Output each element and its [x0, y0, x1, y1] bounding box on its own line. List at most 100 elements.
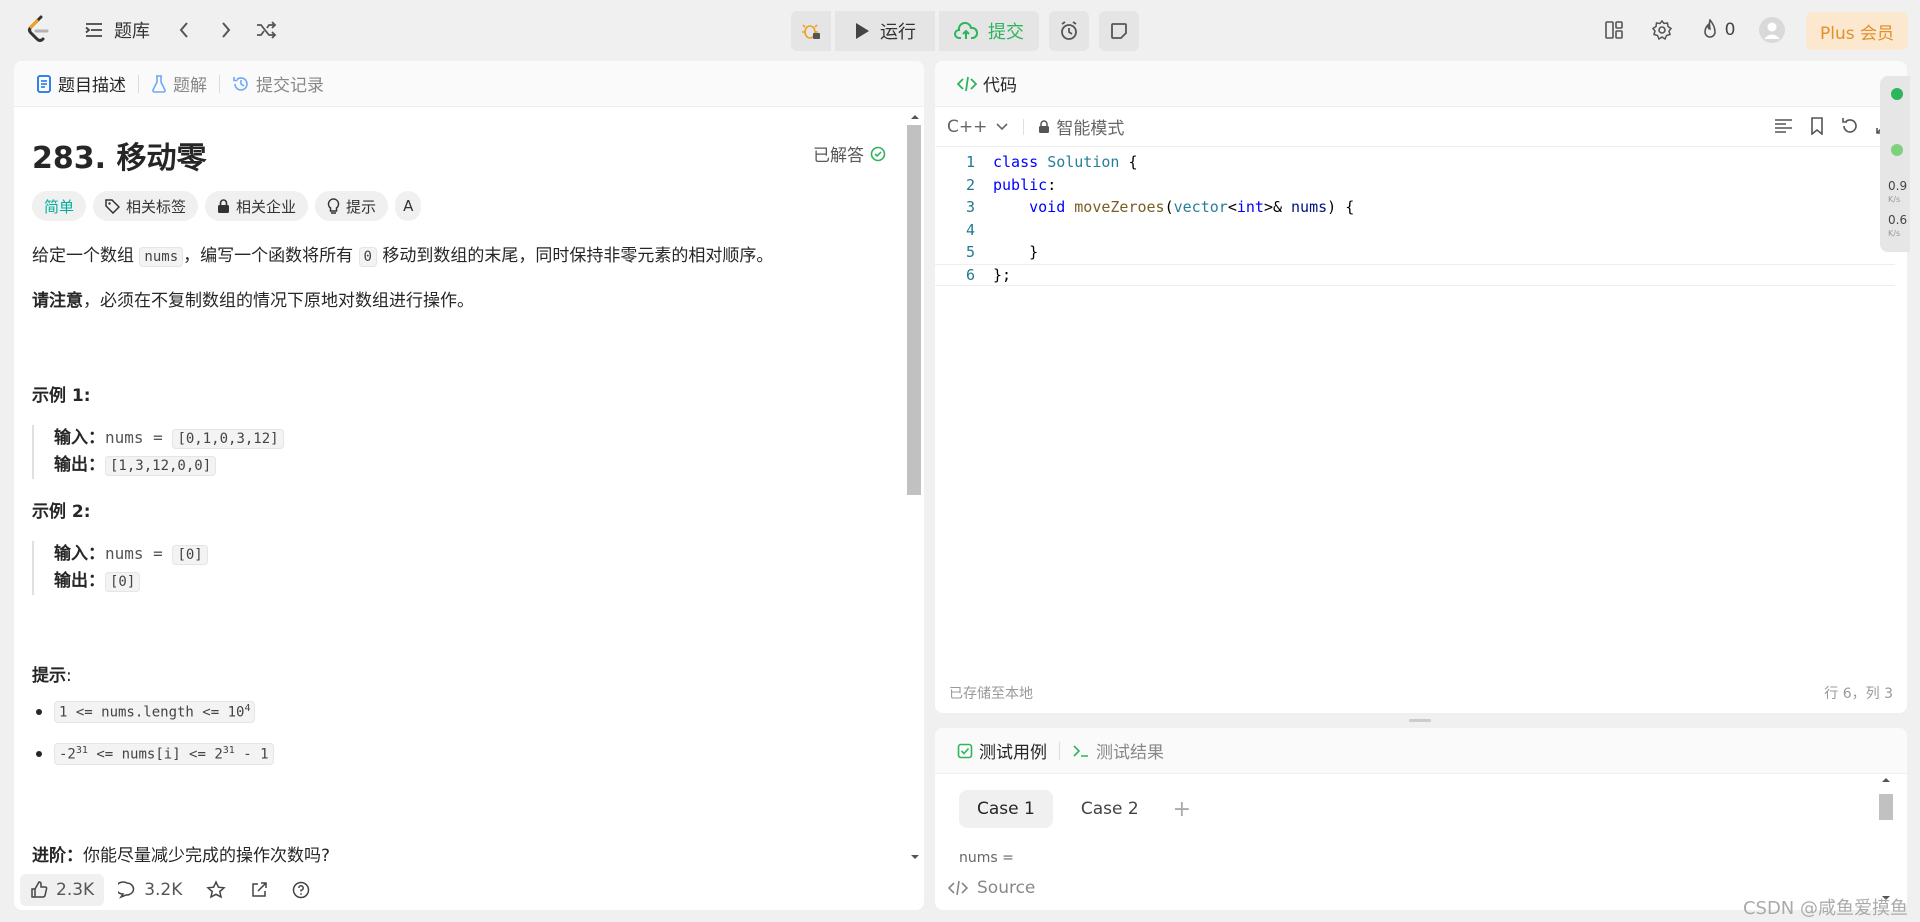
line-number: 1: [965, 153, 975, 172]
input-var: nums =: [105, 544, 173, 563]
flame-icon: [1703, 19, 1716, 38]
scroll-up-icon[interactable]: [906, 111, 924, 123]
reset-icon[interactable]: [1841, 117, 1859, 135]
desc-inline-code: 0: [358, 247, 377, 267]
tab-solutions[interactable]: 题解: [143, 71, 215, 96]
problem-list-label: 题库: [114, 21, 150, 42]
follow-up: 进阶：你能尽量减少完成的操作次数吗?: [32, 841, 330, 866]
desc-inline-code: nums: [139, 247, 184, 267]
alarm-clock-icon: [1061, 21, 1077, 40]
tab-code[interactable]: 代码: [949, 71, 1025, 96]
note-icon: [1111, 23, 1127, 39]
related-tags-label: 相关标签: [126, 197, 187, 216]
testcase-tabs: 测试用例 测试结果: [935, 728, 1907, 774]
streak-counter[interactable]: 0: [1696, 16, 1740, 44]
code-icon: [947, 880, 969, 896]
document-icon: [37, 74, 51, 93]
line-number: 3: [965, 198, 975, 217]
source-label: Source: [977, 878, 1036, 898]
play-icon: [856, 23, 869, 39]
favorite-button[interactable]: [196, 874, 236, 906]
bookmark-icon[interactable]: [1809, 117, 1825, 135]
tab-submissions-label: 提交记录: [256, 76, 324, 96]
avatar[interactable]: [1758, 16, 1786, 44]
comments-button[interactable]: 3.2K: [108, 874, 192, 906]
param-label: nums =: [959, 850, 1014, 866]
comment-icon: [118, 880, 135, 899]
constraint-text: <= nums[i] <= 2: [87, 746, 223, 763]
constraint-text: - 1: [234, 746, 269, 763]
tab-description[interactable]: 题目描述: [28, 71, 134, 96]
problem-list-button[interactable]: 题库: [84, 14, 150, 46]
related-companies-label: 相关企业: [236, 197, 297, 216]
code-line-current: 6};: [935, 263, 1895, 286]
settings-gear-icon[interactable]: [1648, 16, 1676, 44]
scroll-down-icon[interactable]: [906, 851, 924, 863]
note-button[interactable]: [1099, 11, 1139, 51]
line-number: 6: [965, 265, 975, 284]
tab-test-result[interactable]: 测试结果: [1064, 738, 1172, 763]
scroll-up-icon[interactable]: [1877, 774, 1895, 786]
run-button[interactable]: 运行: [835, 11, 935, 51]
hint-label: 提示: [346, 197, 377, 216]
timer-button[interactable]: [1049, 11, 1089, 51]
watermark: CSDN @咸鱼爱摸鱼: [1742, 898, 1908, 919]
related-companies-chip[interactable]: 相关企业: [205, 191, 309, 221]
tab-description-label: 题目描述: [58, 76, 126, 96]
output-value: [1,3,12,0,0]: [105, 456, 217, 476]
like-button[interactable]: 2.3K: [20, 873, 105, 906]
status-dot: [1891, 144, 1903, 156]
shuffle-icon[interactable]: [252, 16, 280, 44]
case-1-tab[interactable]: Case 1: [959, 790, 1053, 828]
leetcode-logo[interactable]: [26, 14, 52, 44]
format-icon[interactable]: [1774, 117, 1793, 135]
input-value: [0]: [172, 545, 208, 565]
case-2-tab[interactable]: Case 2: [1063, 790, 1157, 828]
scrollbar-thumb[interactable]: [1879, 794, 1893, 820]
code-line: 3 void moveZeroes(vector<int>& nums) {: [935, 196, 1895, 219]
example-2: 输入：nums = [0] 输出： [0]: [32, 541, 208, 595]
output-label: 输出：: [54, 455, 105, 475]
constraint-text: 1 <= nums.length <= 10: [59, 704, 245, 721]
submit-button[interactable]: 提交: [939, 11, 1039, 51]
language-select[interactable]: C++: [947, 117, 1009, 137]
testcase-scrollbar[interactable]: [1877, 774, 1895, 904]
description-footer: 2.3K 3.2K: [14, 869, 924, 910]
scrollbar-thumb[interactable]: [907, 125, 921, 495]
download-speed-value: 0.6: [1888, 213, 1908, 227]
help-button[interactable]: [282, 874, 320, 906]
hint-chip[interactable]: 提示: [315, 191, 389, 221]
code-editor[interactable]: 1 class Solution { 2 public: 3 void moveZe…: [935, 151, 1895, 286]
tab-submissions[interactable]: 提交记录: [224, 71, 332, 96]
run-label: 运行: [880, 22, 916, 43]
bug-icon: [802, 24, 820, 39]
network-speed-widget[interactable]: 0.9 K/s 0.6 K/s: [1880, 76, 1910, 252]
plus-membership-button[interactable]: Plus 会员: [1806, 12, 1908, 50]
line-number: 2: [965, 175, 975, 194]
plus-label: Plus 会员: [1819, 23, 1894, 44]
flask-icon: [152, 74, 166, 93]
panel-resize-handle[interactable]: [1409, 719, 1431, 722]
upload-speed: 0.9 K/s: [1888, 180, 1907, 206]
code-icon: [957, 76, 977, 91]
translate-chip[interactable]: A: [395, 191, 422, 221]
input-value: [0,1,0,3,12]: [172, 429, 284, 449]
debug-button[interactable]: [791, 11, 831, 51]
next-problem-icon[interactable]: [212, 16, 240, 44]
code-line: 1 class Solution {: [935, 151, 1895, 174]
code-line: 5 }: [935, 241, 1895, 264]
layout-icon[interactable]: [1600, 16, 1628, 44]
share-button[interactable]: [240, 874, 278, 906]
tab-test-result-label: 测试结果: [1096, 743, 1164, 763]
constraint-text: -2: [59, 746, 76, 763]
prev-problem-icon[interactable]: [170, 16, 198, 44]
status-dot: [1891, 88, 1903, 100]
related-tags-chip[interactable]: 相关标签: [93, 191, 199, 221]
line-number: 4: [965, 220, 975, 239]
source-button[interactable]: Source: [947, 878, 1035, 898]
solved-status: 已解答: [813, 141, 886, 166]
constraint-exponent: 31: [75, 745, 88, 756]
add-case-icon[interactable]: +: [1167, 790, 1197, 828]
tab-testcases[interactable]: 测试用例: [949, 738, 1055, 763]
smart-mode-toggle[interactable]: 智能模式: [1038, 114, 1124, 139]
